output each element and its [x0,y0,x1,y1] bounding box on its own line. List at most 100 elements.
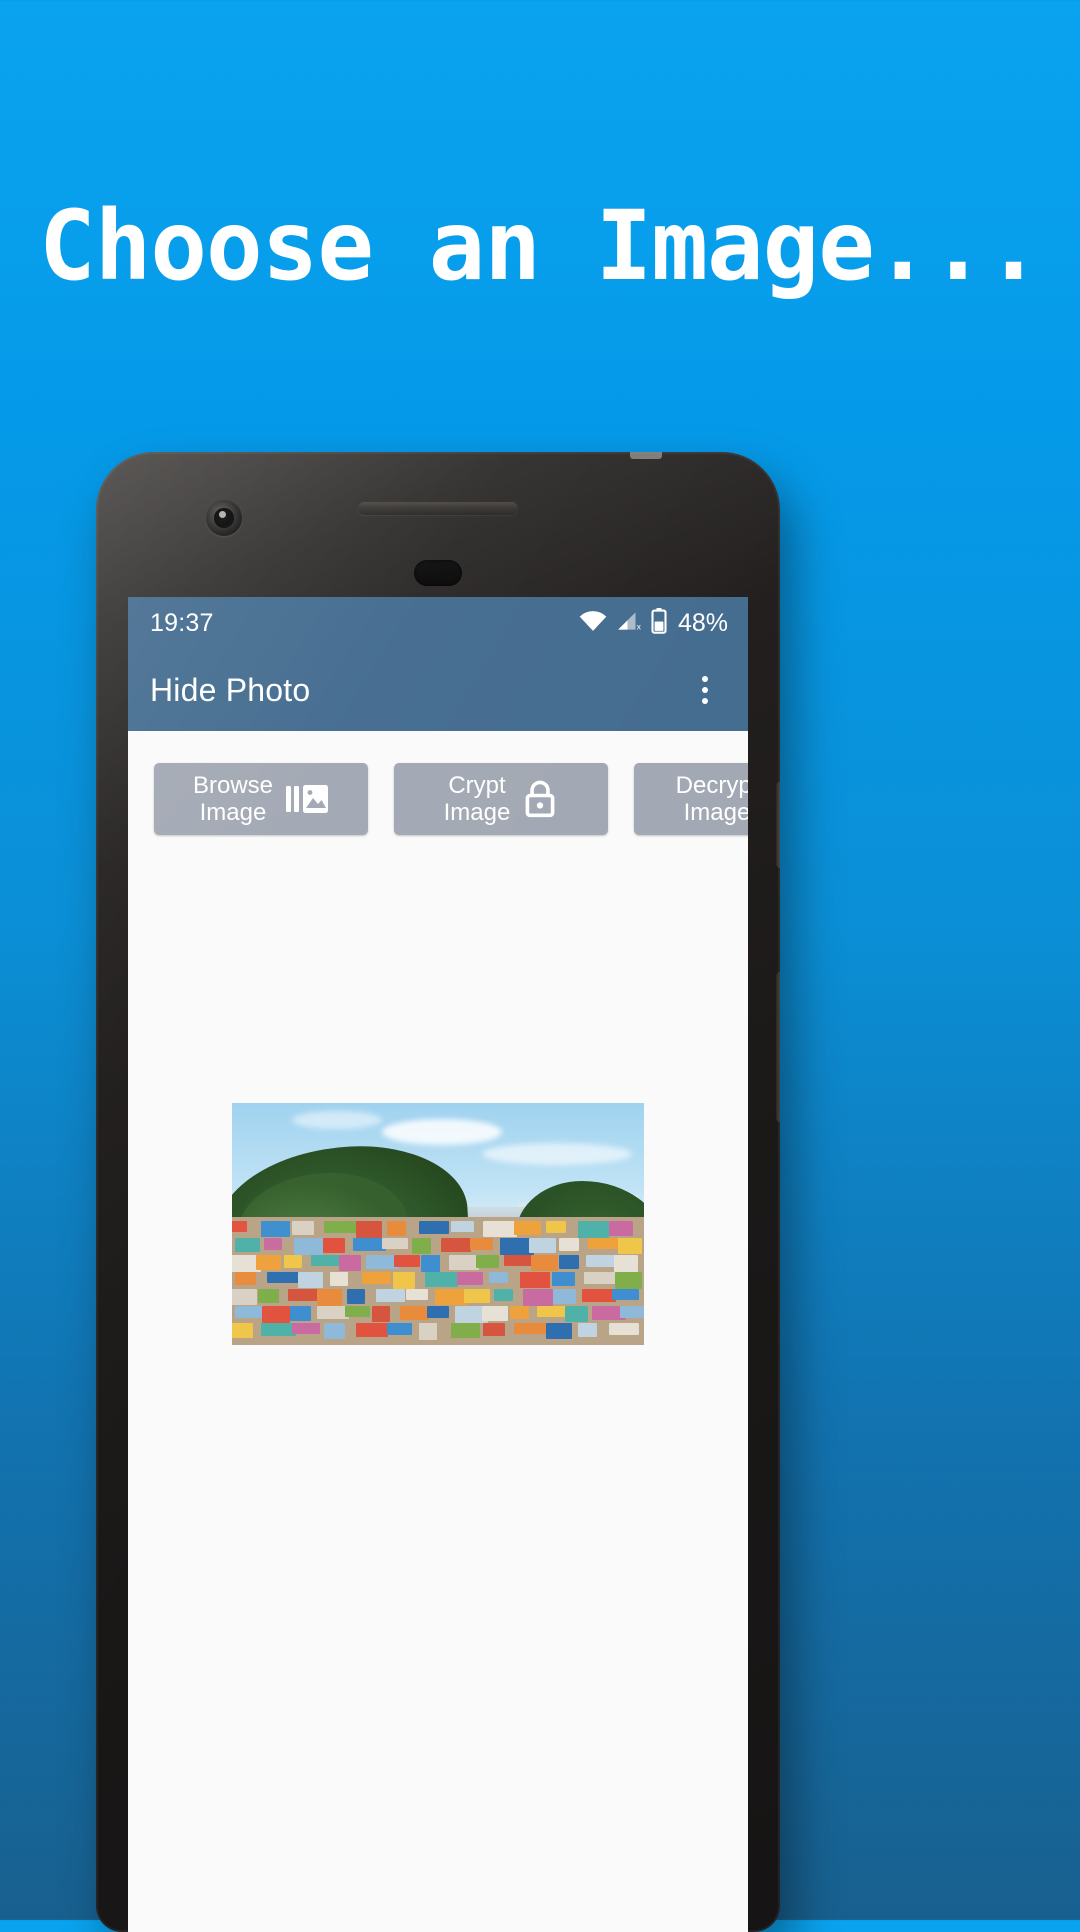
power-button[interactable] [776,782,780,868]
preview-rooftop [588,1238,619,1249]
preview-rooftop [618,1238,642,1254]
preview-rooftop [382,1238,408,1249]
preview-rooftop [376,1289,405,1302]
preview-rooftop [356,1323,388,1337]
preview-rooftop [235,1272,256,1285]
preview-rooftop [559,1255,579,1269]
front-camera-icon [206,500,242,536]
preview-rooftop [393,1272,415,1289]
preview-rooftop [387,1221,406,1236]
overflow-menu-icon[interactable] [682,667,728,713]
preview-rooftop [232,1221,247,1232]
preview-rooftop [425,1272,458,1287]
svg-text:x: x [637,621,642,631]
proximity-sensor-icon [414,560,462,586]
preview-rooftop [546,1323,572,1339]
preview-rooftop [451,1221,474,1232]
preview-rooftop [514,1323,547,1334]
preview-rooftop [292,1323,320,1334]
preview-rooftop [356,1221,382,1238]
preview-rooftop [457,1272,483,1285]
preview-rooftop [330,1272,348,1286]
overflow-dot [702,676,708,682]
crypt-image-button[interactable]: Crypt Image [394,763,608,835]
preview-rooftop [323,1238,345,1253]
app-toolbar: Hide Photo [128,649,748,731]
preview-rooftop [264,1238,282,1250]
preview-rooftop [520,1272,550,1288]
overflow-dot [702,698,708,704]
decrypt-image-label: Decrypt Image [675,771,748,826]
preview-rooftop [514,1221,541,1235]
preview-rooftop [294,1238,323,1255]
preview-rooftop [578,1221,609,1238]
preview-rooftop [464,1289,490,1303]
preview-rooftop [232,1323,253,1338]
preview-rooftop [586,1255,617,1267]
preview-rooftop [612,1289,639,1300]
phone-screen: 19:37 x 48% Hide Photo Browse Image Cryp… [128,597,748,1932]
preview-cloud [482,1143,632,1165]
image-preview[interactable] [232,1103,644,1345]
preview-rooftop [483,1323,505,1336]
preview-rooftop [290,1306,311,1321]
antenna-band [630,452,662,459]
preview-rooftop [261,1323,296,1336]
preview-rooftop [298,1272,323,1288]
preview-rooftop [262,1306,290,1323]
preview-rooftop [470,1238,493,1250]
preview-rooftop [339,1255,361,1271]
preview-rooftop [552,1272,575,1286]
preview-rooftop [421,1255,440,1272]
preview-rooftop [614,1255,638,1272]
preview-rooftop [609,1221,633,1236]
preview-rooftop [615,1272,642,1289]
status-bar: 19:37 x 48% [128,597,748,649]
preview-rooftop [482,1306,508,1321]
preview-rooftop [441,1238,471,1252]
browse-image-button[interactable]: Browse Image [154,763,368,835]
preview-rooftop [400,1306,429,1320]
preview-rooftop [284,1255,302,1268]
earpiece-speaker-icon [358,502,518,515]
preview-rooftop [419,1221,449,1234]
preview-rooftop [449,1255,479,1270]
preview-rooftop [267,1272,299,1283]
preview-rooftop [531,1255,558,1271]
browse-image-label: Browse Image [192,771,274,826]
preview-rooftop [451,1323,480,1338]
preview-rooftop [324,1323,345,1339]
volume-button[interactable] [776,972,780,1122]
photo-library-icon [285,781,329,817]
preview-rooftop [537,1306,567,1317]
preview-rooftop [324,1221,357,1233]
preview-rooftop [232,1289,257,1305]
preview-rooftop [235,1238,260,1252]
phone-mockup: 19:37 x 48% Hide Photo Browse Image Cryp… [96,452,780,1932]
preview-rooftop [582,1289,616,1302]
preview-rooftop [317,1289,342,1306]
preview-rooftop [292,1221,314,1235]
app-title: Hide Photo [150,671,311,708]
preview-rooftop [345,1306,370,1317]
preview-rooftop [362,1272,391,1284]
lock-closed-icon [522,778,558,820]
crypt-image-label: Crypt Image [443,771,511,826]
preview-rooftop [419,1323,437,1340]
preview-rooftop [372,1306,390,1322]
preview-rooftop [288,1289,320,1301]
decrypt-image-button[interactable]: Decrypt Image [634,763,748,835]
preview-rooftop [620,1306,644,1318]
preview-rooftop [565,1306,588,1322]
wifi-icon [579,610,607,637]
battery-percent-label: 48% [677,608,728,637]
preview-rooftop [476,1255,499,1268]
preview-rooftop [261,1221,290,1237]
status-clock: 19:37 [150,608,214,637]
preview-rooftop [553,1289,576,1304]
preview-rooftop [412,1238,431,1254]
preview-rooftop [578,1323,597,1337]
preview-rooftop [510,1306,529,1319]
preview-village [232,1217,644,1345]
preview-rooftop [584,1272,618,1284]
